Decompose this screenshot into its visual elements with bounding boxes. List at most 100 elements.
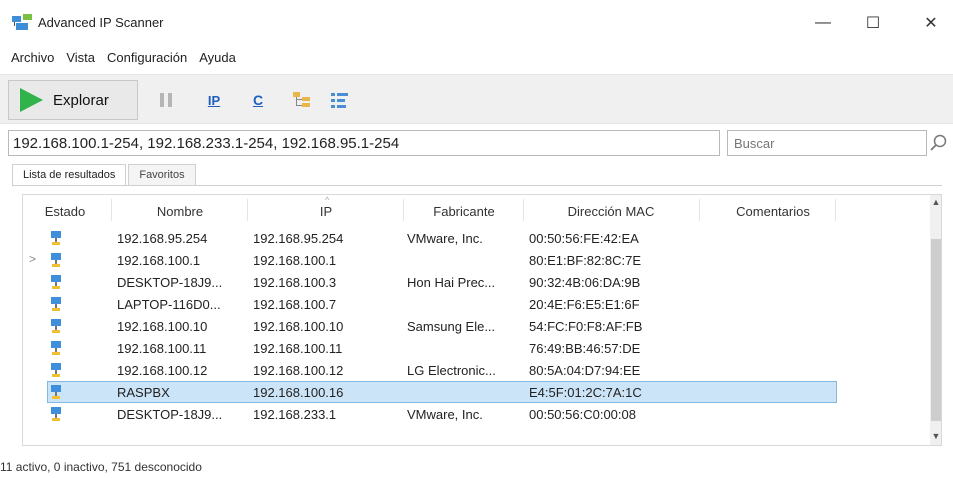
table-row[interactable]: RASPBX 192.168.100.16 E4:5F:01:2C:7A:1C [23, 381, 928, 403]
vertical-scrollbar[interactable]: ▲ ▼ [930, 195, 941, 445]
column-separator [699, 199, 700, 221]
scrollbar-thumb[interactable] [931, 239, 941, 421]
cell-name: 192.168.100.1 [117, 253, 201, 268]
table-header: Estado Nombre ^ IP Fabricante Dirección … [23, 195, 928, 225]
maximize-button[interactable]: ☐ [853, 8, 893, 38]
app-icon [12, 14, 32, 30]
expand-all-icon [293, 92, 310, 107]
menu-archivo[interactable]: Archivo [10, 48, 55, 70]
cell-ip: 192.168.100.1 [253, 253, 337, 268]
scan-button-label: Explorar [53, 91, 109, 109]
ip-icon: IP [207, 92, 221, 108]
host-online-icon [51, 231, 61, 245]
column-header-fabricante[interactable]: Fabricante [407, 204, 521, 219]
column-separator [403, 199, 404, 221]
cell-vendor: Samsung Ele... [407, 319, 496, 334]
table-row[interactable]: LAPTOP-116D0... 192.168.100.7 20:4E:F6:E5:… [23, 293, 928, 315]
expand-row-icon[interactable]: > [29, 252, 36, 266]
tab-favorites[interactable]: Favoritos [128, 164, 196, 186]
minimize-icon: — [815, 14, 831, 31]
cell-name: 192.168.95.254 [117, 231, 208, 246]
collapse-all-button[interactable] [326, 87, 354, 113]
column-separator [247, 199, 248, 221]
cell-name: LAPTOP-116D0... [117, 297, 221, 312]
cell-mac: 80:E1:BF:82:8C:7E [529, 253, 642, 268]
cell-ip: 192.168.100.12 [253, 363, 344, 378]
column-separator [523, 199, 524, 221]
cell-mac: 54:FC:F0:F8:AF:FB [529, 319, 643, 334]
ip-button[interactable]: IP [200, 87, 228, 113]
play-icon [20, 88, 43, 112]
column-separator [835, 199, 836, 221]
minimize-button[interactable]: — [803, 8, 843, 38]
scroll-down-icon[interactable]: ▼ [930, 431, 941, 441]
column-header-comentarios[interactable]: Comentarios [703, 204, 843, 219]
cell-name: RASPBX [117, 385, 170, 400]
window-title: Advanced IP Scanner [38, 15, 164, 30]
menu-configuracion[interactable]: Configuración [106, 48, 188, 70]
close-icon: ✕ [924, 15, 938, 32]
host-online-icon [51, 341, 61, 355]
cell-ip: 192.168.100.3 [253, 275, 337, 290]
cell-ip: 192.168.95.254 [253, 231, 344, 246]
host-online-icon [51, 385, 61, 399]
column-header-nombre[interactable]: Nombre [115, 204, 245, 219]
table-row[interactable]: >192.168.100.1 192.168.100.1 80:E1:BF:82:8… [23, 249, 928, 271]
cell-mac: 00:50:56:FE:42:EA [529, 231, 639, 246]
cell-vendor: VMware, Inc. [407, 407, 483, 422]
cell-name: DESKTOP-18J9... [117, 275, 223, 290]
search-icon[interactable] [928, 133, 950, 153]
menu-ayuda[interactable]: Ayuda [198, 48, 237, 70]
cell-ip: 192.168.100.7 [253, 297, 337, 312]
ip-range-input[interactable] [8, 130, 720, 156]
scan-button[interactable]: Explorar [8, 80, 138, 120]
pause-icon [160, 93, 172, 107]
column-header-mac[interactable]: Dirección MAC [527, 204, 695, 219]
maximize-icon: ☐ [865, 15, 881, 32]
tab-results[interactable]: Lista de resultados [12, 164, 127, 186]
pause-button[interactable] [152, 87, 180, 113]
table-row[interactable]: 192.168.95.254 192.168.95.254 VMware, Inc.… [23, 227, 928, 249]
table-row[interactable]: 192.168.100.10 192.168.100.10 Samsung Ele.… [23, 315, 928, 337]
host-online-icon [51, 275, 61, 289]
cell-vendor: LG Electronic... [407, 363, 496, 378]
cell-mac: 76:49:BB:46:57:DE [529, 341, 641, 356]
title-bar: Advanced IP Scanner — ☐ ✕ [0, 0, 953, 44]
menu-vista[interactable]: Vista [65, 48, 96, 70]
table-row[interactable]: DESKTOP-18J9... 192.168.100.3 Hon Hai Prec… [23, 271, 928, 293]
scan-summary: 11 activo, 0 inactivo, 751 desconocido [0, 460, 202, 474]
c-icon: C [252, 92, 264, 108]
search-input[interactable] [727, 130, 927, 156]
cell-name: DESKTOP-18J9... [117, 407, 223, 422]
cell-mac: 20:4E:F6:E5:E1:6F [529, 297, 640, 312]
cell-mac: E4:5F:01:2C:7A:1C [529, 385, 642, 400]
host-online-icon [51, 297, 61, 311]
cell-mac: 00:50:56:C0:00:08 [529, 407, 636, 422]
expand-all-button[interactable] [288, 87, 316, 113]
cell-mac: 80:5A:04:D7:94:EE [529, 363, 641, 378]
cell-mac: 90:32:4B:06:DA:9B [529, 275, 641, 290]
cell-vendor: Hon Hai Prec... [407, 275, 496, 290]
menu-bar: Archivo Vista Configuración Ayuda [0, 48, 953, 70]
results-tabs: Lista de resultados Favoritos [12, 164, 196, 186]
column-header-estado[interactable]: Estado [37, 204, 93, 219]
cell-ip: 192.168.100.11 [253, 341, 343, 356]
table-row[interactable]: 192.168.100.12 192.168.100.12 LG Electroni… [23, 359, 928, 381]
cell-ip: 192.168.233.1 [253, 407, 337, 422]
collapse-all-icon [331, 93, 348, 108]
status-bar: 11 activo, 0 inactivo, 751 desconocido [0, 460, 953, 478]
c-button[interactable]: C [244, 87, 272, 113]
column-separator [111, 199, 112, 221]
results-table: Estado Nombre ^ IP Fabricante Dirección … [22, 194, 942, 446]
host-online-icon [51, 253, 61, 267]
toolbar: Explorar IP C [0, 74, 953, 124]
cell-name: 192.168.100.11 [117, 341, 207, 356]
cell-name: 192.168.100.10 [117, 319, 208, 334]
host-online-icon [51, 407, 61, 421]
scroll-up-icon[interactable]: ▲ [930, 197, 941, 207]
table-row[interactable]: 192.168.100.11 192.168.100.11 76:49:BB:46:… [23, 337, 928, 359]
column-header-ip[interactable]: IP [251, 204, 401, 219]
table-row[interactable]: DESKTOP-18J9... 192.168.233.1 VMware, Inc.… [23, 403, 928, 425]
host-online-icon [51, 363, 61, 377]
close-button[interactable]: ✕ [911, 8, 951, 38]
